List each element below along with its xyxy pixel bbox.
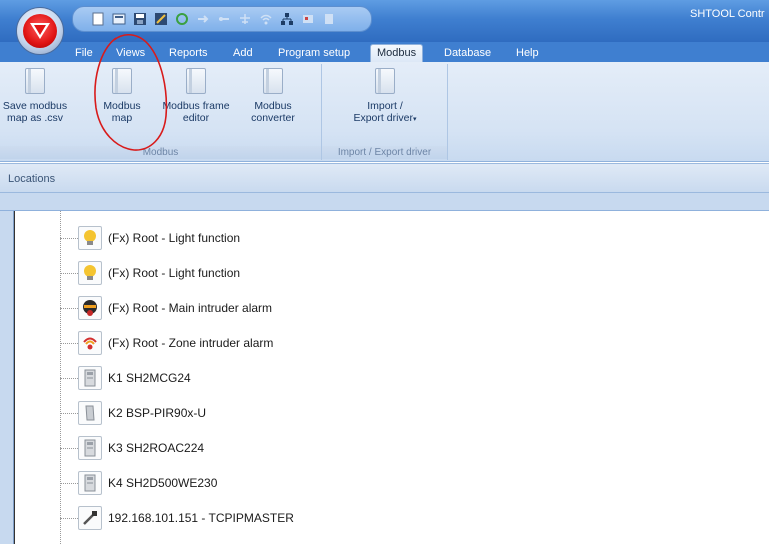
ribbon-group-import-export-driver: Import / Export driver▾ Import / Export … (322, 64, 448, 160)
ribbon-group-label: Modbus (0, 146, 321, 159)
save-icon[interactable] (133, 12, 147, 26)
modbus-converter-button[interactable]: Modbus converter (242, 68, 304, 124)
tcpip-master-icon (78, 506, 102, 530)
light-bulb-icon (78, 226, 102, 250)
tab-file[interactable]: File (75, 45, 93, 62)
menu-tabs: File Views Reports Add Program setup Mod… (0, 42, 769, 63)
tab-help[interactable]: Help (516, 45, 539, 62)
tab-views[interactable]: Views (116, 45, 145, 62)
ribbon: Save modbus map as .csv Modbus map Modbu… (0, 62, 769, 162)
pir-sensor-icon (78, 401, 102, 425)
tab-modbus[interactable]: Modbus (370, 44, 424, 63)
panel-toolbar-strip (0, 193, 769, 211)
refresh-icon[interactable] (175, 12, 189, 26)
document-icon (112, 68, 132, 94)
tree-item[interactable]: K4 SH2D500WE230 (60, 470, 217, 496)
tree-item[interactable]: (Fx) Root - Light function (60, 225, 240, 251)
tab-add[interactable]: Add (233, 45, 253, 62)
tab-database[interactable]: Database (444, 45, 491, 62)
device-icon[interactable] (301, 12, 315, 26)
tree-item[interactable]: (Fx) Root - Zone intruder alarm (60, 330, 273, 356)
panel-title: Locations (8, 173, 56, 185)
zone-alarm-icon (78, 331, 102, 355)
document-icon (263, 68, 283, 94)
application-button[interactable] (16, 7, 64, 55)
open-icon[interactable] (112, 12, 126, 26)
tree-item[interactable]: K1 SH2MCG24 (60, 365, 191, 391)
window-title: SHTOOL Contr (690, 8, 765, 20)
tab-program-setup[interactable]: Program setup (278, 45, 350, 62)
document-icon (186, 68, 206, 94)
tree-item[interactable]: (Fx) Root - Light function (60, 260, 240, 286)
locations-tree: (Fx) Root - Light function (Fx) Root - L… (14, 211, 769, 544)
ribbon-group-label: Import / Export driver (322, 146, 447, 159)
modbus-frame-editor-button[interactable]: Modbus frame editor (156, 68, 236, 124)
import-export-driver-button[interactable]: Import / Export driver▾ (340, 68, 430, 126)
document-icon (25, 68, 45, 94)
module-icon (78, 366, 102, 390)
left-scroll-edge (0, 211, 14, 544)
locations-header: Locations (0, 163, 769, 193)
forward-icon[interactable] (196, 12, 210, 26)
edit-icon[interactable] (154, 12, 168, 26)
app-logo-icon (23, 14, 57, 48)
tab-reports[interactable]: Reports (169, 45, 208, 62)
module-icon (78, 471, 102, 495)
tree-network-icon[interactable] (280, 12, 294, 26)
save-modbus-map-csv-button[interactable]: Save modbus map as .csv (2, 68, 68, 124)
tree-item[interactable]: K3 SH2ROAC224 (60, 435, 204, 461)
new-icon[interactable] (91, 12, 105, 26)
module-toolbar-icon[interactable] (322, 12, 336, 26)
tree-item[interactable]: 192.168.101.151 - TCPIPMASTER (60, 505, 294, 531)
modbus-map-button[interactable]: Modbus map (96, 68, 148, 124)
ribbon-group-modbus: Save modbus map as .csv Modbus map Modbu… (0, 64, 322, 160)
wireless-icon[interactable] (259, 12, 273, 26)
quick-access-toolbar (72, 6, 372, 32)
module-icon (78, 436, 102, 460)
tree-item[interactable]: (Fx) Root - Main intruder alarm (60, 295, 272, 321)
title-bar: SHTOOL Contr (0, 0, 769, 42)
light-bulb-icon (78, 261, 102, 285)
network-icon[interactable] (238, 12, 252, 26)
document-icon (375, 68, 395, 94)
dropdown-arrow-icon: ▾ (413, 116, 417, 123)
tree-item[interactable]: K2 BSP-PIR90x-U (60, 400, 206, 426)
connect-icon[interactable] (217, 12, 231, 26)
intruder-alarm-icon (78, 296, 102, 320)
